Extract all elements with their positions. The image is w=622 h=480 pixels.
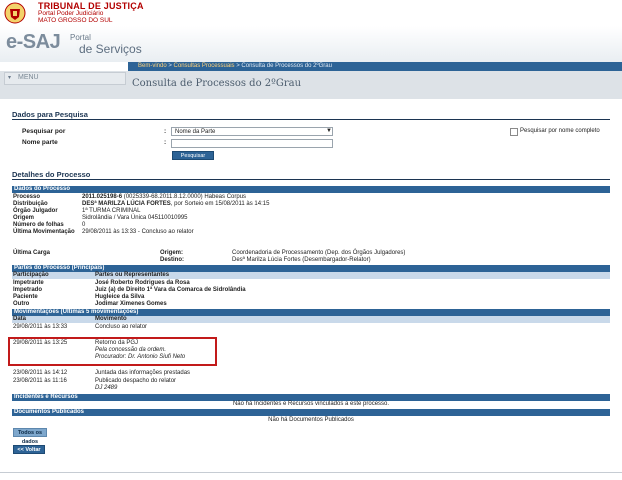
origem-label: Origem bbox=[13, 215, 35, 221]
folhas-value: 0 bbox=[82, 222, 86, 228]
incidentes-section-header: Incidentes e Recursos bbox=[12, 394, 610, 401]
colon: : bbox=[164, 139, 167, 146]
search-section-title: Dados para Pesquisa bbox=[12, 110, 88, 119]
processo-label: Processo bbox=[13, 194, 41, 200]
partes-col-participacao: Participação bbox=[13, 272, 49, 278]
tribunal-subtitle: Portal Poder Judiciário bbox=[38, 10, 104, 17]
partes-col-partes: Partes ou Representantes bbox=[95, 272, 170, 278]
carga-origem-label: Origem: bbox=[160, 250, 184, 256]
name-label: Nome parte bbox=[22, 139, 58, 146]
mov-date: 23/08/2011 às 14:12 bbox=[13, 370, 68, 376]
parte-role: Impetrado bbox=[13, 287, 43, 293]
divider bbox=[12, 179, 610, 180]
breadcrumb-separator: > bbox=[166, 63, 174, 69]
footer-divider bbox=[0, 472, 622, 473]
parte-role: Outro bbox=[13, 301, 30, 307]
parte-name: Jodimar Ximenes Gomes bbox=[95, 301, 167, 307]
full-name-label: Pesquisar por nome completo bbox=[520, 128, 600, 134]
breadcrumb-current: Consulta de Processos do 2ºGrau bbox=[241, 63, 332, 69]
distribuicao-label: Distribuição bbox=[13, 201, 48, 207]
ultima-mov-label: Última Movimentação bbox=[13, 229, 75, 235]
breadcrumb-consultas-link[interactable]: Consultas Processuais bbox=[174, 63, 235, 69]
parte-role: Paciente bbox=[13, 294, 38, 300]
mov-text: Publicado despacho do relator bbox=[95, 378, 177, 384]
parte-role: Impetrante bbox=[13, 280, 44, 286]
carga-destino-value: Desª Marilza Lúcia Fortes (Desembargador… bbox=[232, 257, 371, 263]
documentos-empty-message: Não há Documentos Publicados bbox=[268, 417, 354, 423]
distribuicao-rest: , por Sorteio em 15/08/2011 às 14:15 bbox=[170, 201, 270, 207]
voltar-button[interactable]: << Voltar bbox=[13, 445, 45, 454]
parte-name: Hugleice da Silva bbox=[95, 294, 145, 300]
colon: : bbox=[164, 128, 167, 135]
distribuicao-value: DESª MARILZA LÚCIA FORTES, por Sorteio e… bbox=[82, 201, 269, 208]
search-button[interactable]: Pesquisar bbox=[172, 151, 214, 160]
folhas-label: Número de folhas bbox=[13, 222, 64, 228]
processo-value: 2011.025198-6 (0025339-68.2011.8.12.0000… bbox=[82, 194, 246, 201]
carga-destino-label: Destino: bbox=[160, 257, 184, 263]
page-title: Consulta de Processos do 2ºGrau bbox=[132, 78, 302, 89]
dropdown-arrow-icon: ▼ bbox=[326, 128, 332, 134]
mov-date: 29/08/2011 às 13:33 bbox=[13, 324, 68, 330]
details-section-title: Detalhes do Processo bbox=[12, 170, 91, 179]
origem-value: Sidrolândia / Vara Única 045110010995 bbox=[82, 215, 188, 221]
carga-origem-value: Coordenadoria de Processamento (Dep. dos… bbox=[232, 250, 406, 256]
partes-section-header: Partes do Processo (Principais) bbox=[12, 265, 610, 272]
ultima-mov-value: 29/08/2011 às 13:33 - Concluso ao relato… bbox=[82, 229, 194, 235]
orgao-label: Órgão Julgador bbox=[13, 208, 58, 214]
tribunal-coat-of-arms-icon bbox=[4, 2, 26, 24]
portal-label: Portal bbox=[70, 33, 91, 42]
processo-extra: (0025339-68.2011.8.12.0000) Habeas Corpu… bbox=[123, 194, 247, 200]
mov-text: Juntada das informações prestadas bbox=[95, 370, 191, 376]
name-input[interactable] bbox=[171, 139, 333, 148]
breadcrumb: Bem-vindo > Consultas Processuais > Cons… bbox=[138, 62, 332, 71]
dados-section-header: Dados do Processo bbox=[12, 186, 610, 193]
movimentacoes-section-header: Movimentações (Últimas 5 movimentações) bbox=[12, 309, 610, 316]
breadcrumb-home-link[interactable]: Bem-vindo bbox=[138, 63, 167, 69]
orgao-value: 1ª TURMA CRIMINAL bbox=[82, 208, 141, 214]
portal-servicos-label: de Serviços bbox=[79, 42, 142, 56]
parte-name: José Roberto Rodrigues da Rosa bbox=[95, 280, 190, 286]
highlight-box bbox=[8, 337, 217, 366]
esaj-logo[interactable]: e-SAJ bbox=[6, 31, 61, 54]
mov-date: 23/08/2011 às 11:16 bbox=[13, 378, 67, 384]
distribuicao-name: DESª MARILZA LÚCIA FORTES bbox=[82, 201, 171, 207]
incidentes-empty-message: Não há Incidentes e Recursos vinculados … bbox=[232, 401, 390, 407]
search-by-select[interactable]: Nome da Parte bbox=[171, 127, 333, 136]
full-name-checkbox[interactable] bbox=[510, 128, 518, 136]
parte-name: Juiz (a) de Direito 1ª Vara da Comarca d… bbox=[95, 287, 246, 293]
menu-label: MENU bbox=[18, 74, 39, 81]
chevron-down-icon: ▾ bbox=[8, 75, 12, 81]
search-by-label: Pesquisar por bbox=[22, 128, 66, 135]
todos-os-dados-button[interactable]: Todos os dados bbox=[13, 428, 47, 445]
mov-col-data: Data bbox=[13, 316, 27, 322]
tribunal-state: MATO GROSSO DO SUL bbox=[38, 17, 113, 24]
mov-subtext: DJ 2489 bbox=[95, 385, 118, 391]
divider bbox=[12, 119, 610, 120]
mov-text: Concluso ao relator bbox=[95, 324, 148, 330]
processo-number: 2011.025198-6 bbox=[82, 194, 123, 200]
documentos-section-header: Documentos Publicados bbox=[12, 409, 610, 416]
carga-label: Última Carga bbox=[13, 250, 51, 256]
mov-col-movimento: Movimento bbox=[95, 316, 127, 322]
